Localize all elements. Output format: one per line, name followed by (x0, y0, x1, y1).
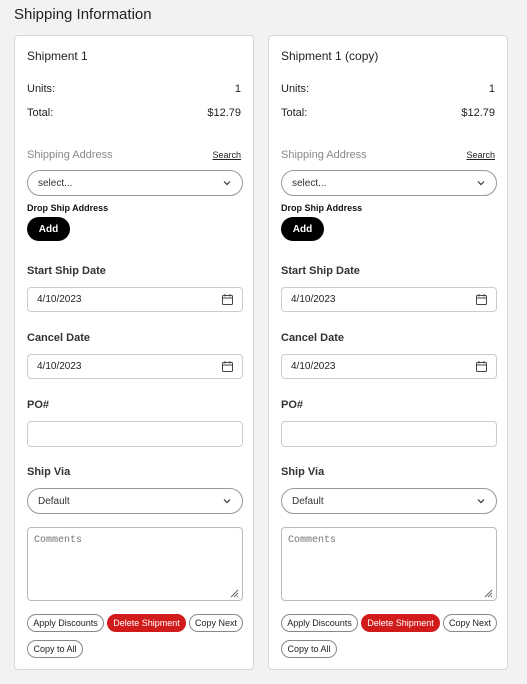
delete-shipment-button[interactable]: Delete Shipment (107, 614, 186, 632)
drop-ship-label: Drop Ship Address (281, 203, 363, 213)
shipping-address-select[interactable]: select... (27, 170, 243, 196)
total-value: $12.79 (461, 107, 495, 119)
shipment-card: Shipment 1 Units: 1 Total: $12.79 Shippi… (14, 35, 254, 670)
ship-via-select[interactable]: Default (281, 488, 497, 514)
shipment-card: Shipment 1 (copy) Units: 1 Total: $12.79… (268, 35, 508, 670)
copy-next-button[interactable]: Copy Next (189, 614, 243, 632)
start-ship-date-field[interactable]: 4/10/2023 (281, 287, 497, 312)
apply-discounts-button[interactable]: Apply Discounts (27, 614, 104, 632)
cancel-date-label: Cancel Date (281, 332, 344, 344)
drop-ship-label: Drop Ship Address (27, 203, 109, 213)
start-ship-date-field[interactable]: 4/10/2023 (27, 287, 243, 312)
shipping-address-select[interactable]: select... (281, 170, 497, 196)
ship-via-select[interactable]: Default (27, 488, 243, 514)
apply-discounts-button[interactable]: Apply Discounts (281, 614, 358, 632)
units-value: 1 (234, 83, 241, 95)
start-ship-date-label: Start Ship Date (281, 265, 360, 277)
chevron-down-icon (477, 499, 485, 504)
calendar-icon[interactable] (476, 361, 487, 372)
po-number-label: PO# (27, 399, 50, 411)
chevron-down-icon (223, 181, 231, 186)
cancel-date-field[interactable]: 4/10/2023 (281, 354, 497, 379)
add-drop-ship-button[interactable]: Add (281, 217, 324, 241)
start-ship-date-value: 4/10/2023 (291, 294, 336, 305)
shipping-address-label: Shipping Address (281, 149, 367, 161)
calendar-icon[interactable] (476, 294, 487, 305)
chevron-down-icon (223, 499, 231, 504)
shipping-address-select-value: select... (38, 177, 73, 189)
po-number-input[interactable] (27, 421, 243, 447)
ship-via-label: Ship Via (27, 466, 71, 478)
cancel-date-value: 4/10/2023 (291, 361, 336, 372)
units-label: Units: (281, 83, 310, 95)
comments-textarea[interactable] (281, 527, 497, 601)
ship-via-select-value: Default (38, 495, 70, 507)
shipment-title: Shipment 1 (27, 49, 88, 63)
units-value: 1 (488, 83, 495, 95)
comments-textarea[interactable] (27, 527, 243, 601)
shipping-address-select-value: select... (292, 177, 327, 189)
copy-next-button[interactable]: Copy Next (443, 614, 497, 632)
cancel-date-label: Cancel Date (27, 332, 90, 344)
cancel-date-field[interactable]: 4/10/2023 (27, 354, 243, 379)
ship-via-select-value: Default (292, 495, 324, 507)
start-ship-date-value: 4/10/2023 (37, 294, 82, 305)
ship-via-label: Ship Via (281, 466, 325, 478)
units-label: Units: (27, 83, 56, 95)
resize-grip-icon[interactable] (483, 588, 493, 598)
copy-to-all-button[interactable]: Copy to All (27, 640, 83, 658)
calendar-icon[interactable] (222, 361, 233, 372)
total-label: Total: (281, 107, 308, 119)
po-number-input[interactable] (281, 421, 497, 447)
delete-shipment-button[interactable]: Delete Shipment (361, 614, 440, 632)
po-number-label: PO# (281, 399, 304, 411)
add-drop-ship-button[interactable]: Add (27, 217, 70, 241)
total-label: Total: (27, 107, 54, 119)
shipping-address-label: Shipping Address (27, 149, 113, 161)
shipment-title: Shipment 1 (copy) (281, 49, 379, 63)
search-link[interactable]: Search (466, 150, 495, 160)
page-title: Shipping Information (14, 6, 152, 23)
copy-to-all-button[interactable]: Copy to All (281, 640, 337, 658)
chevron-down-icon (477, 181, 485, 186)
calendar-icon[interactable] (222, 294, 233, 305)
cancel-date-value: 4/10/2023 (37, 361, 82, 372)
total-value: $12.79 (207, 107, 241, 119)
resize-grip-icon[interactable] (229, 588, 239, 598)
start-ship-date-label: Start Ship Date (27, 265, 106, 277)
search-link[interactable]: Search (212, 150, 241, 160)
